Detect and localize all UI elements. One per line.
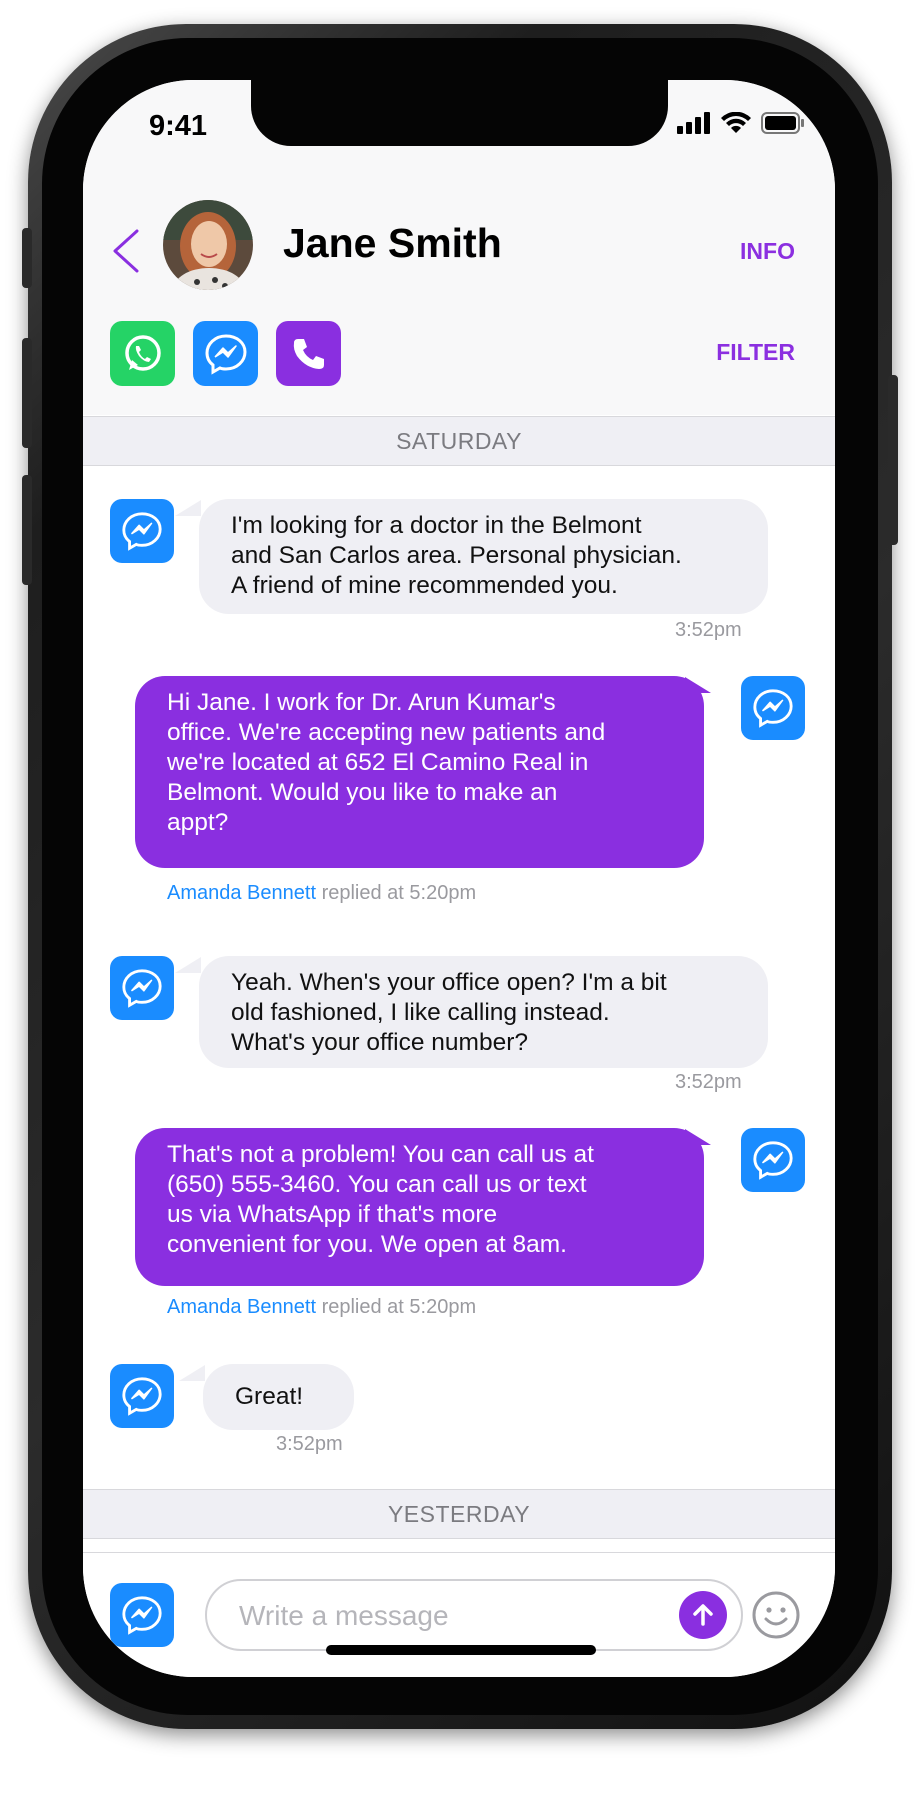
- whatsapp-channel-button[interactable]: [110, 321, 175, 386]
- message-line: Hi Jane. I work for Dr. Arun Kumar's: [167, 689, 556, 716]
- replied-time: replied at 5:20pm: [321, 1296, 477, 1318]
- bubble-tail: [175, 500, 201, 516]
- message-line: What's your office number?: [231, 1029, 529, 1056]
- message-line: old fashioned, I like calling instead.: [231, 999, 610, 1026]
- message-line: Belmont. Would you like to make an: [167, 779, 558, 806]
- outgoing-message-bubble[interactable]: Hi Jane. I work for Dr. Arun Kumar's off…: [135, 676, 704, 868]
- message-composer: [83, 1552, 835, 1677]
- mute-switch: [22, 228, 32, 288]
- status-time: 9:41: [149, 110, 208, 142]
- messenger-icon: [122, 1596, 162, 1635]
- messenger-channel-icon: [110, 956, 174, 1020]
- message-line: A friend of mine recommended you.: [231, 572, 618, 599]
- home-indicator: [326, 1645, 596, 1655]
- power-button: [888, 375, 898, 545]
- incoming-message-bubble[interactable]: Great!: [203, 1364, 354, 1430]
- agent-name[interactable]: Amanda Bennett: [167, 1296, 316, 1318]
- bubble-tail: [175, 957, 201, 973]
- volume-down-button: [22, 475, 32, 585]
- message-input-wrapper: [205, 1579, 743, 1651]
- wifi-icon: [721, 112, 751, 133]
- message-line: Great!: [235, 1383, 304, 1410]
- phone-icon: [293, 338, 324, 369]
- signal-icon: [677, 112, 710, 134]
- messenger-icon: [122, 512, 162, 551]
- message-line: Yeah. When's your office open? I'm a bit: [231, 969, 667, 996]
- day-divider: SATURDAY: [83, 416, 835, 466]
- volume-up-button: [22, 338, 32, 448]
- replied-time: replied at 5:20pm: [321, 882, 477, 904]
- avatar[interactable]: [163, 200, 253, 290]
- message-timestamp: 3:52pm: [675, 619, 742, 641]
- phone-channel-button[interactable]: [276, 321, 341, 386]
- message-line: I'm looking for a doctor in the Belmont: [231, 512, 642, 539]
- message-line: we're located at 652 El Camino Real in: [167, 749, 589, 776]
- message-line: That's not a problem! You can call us at: [167, 1141, 594, 1168]
- outgoing-message-bubble[interactable]: That's not a problem! You can call us at…: [135, 1128, 704, 1286]
- messenger-channel-button[interactable]: [193, 321, 258, 386]
- messenger-icon: [122, 1377, 162, 1416]
- info-button[interactable]: INFO: [740, 238, 795, 265]
- battery-icon: [761, 112, 804, 134]
- camera-notch: [251, 80, 668, 146]
- send-arrow-icon: [693, 1604, 713, 1626]
- message-line: us via WhatsApp if that's more: [167, 1201, 498, 1228]
- messenger-icon: [122, 969, 162, 1008]
- message-input[interactable]: [237, 1595, 661, 1637]
- contact-name: Jane Smith: [283, 220, 502, 266]
- bubble-tail: [685, 677, 711, 693]
- filter-button[interactable]: FILTER: [716, 339, 795, 366]
- channel-selector-button[interactable]: [110, 1583, 174, 1647]
- messenger-icon: [204, 333, 247, 375]
- message-line: appt?: [167, 809, 229, 836]
- message-line: (650) 555-3460. You can call us or text: [167, 1171, 587, 1198]
- agent-name[interactable]: Amanda Bennett: [167, 882, 316, 904]
- message-timestamp: 3:52pm: [276, 1433, 343, 1455]
- reply-meta: Amanda Bennett replied at 5:20pm: [167, 882, 476, 905]
- incoming-message-bubble[interactable]: I'm looking for a doctor in the Belmont …: [199, 499, 768, 614]
- day-divider: YESTERDAY: [83, 1489, 835, 1539]
- conversation-header: 9:41 Jane Smith INFO FILTER: [83, 80, 835, 415]
- bubble-tail: [179, 1365, 205, 1381]
- messenger-channel-icon: [741, 1128, 805, 1192]
- messenger-channel-icon: [110, 1364, 174, 1428]
- message-line: office. We're accepting new patients and: [167, 719, 606, 746]
- screen: 9:41 Jane Smith INFO FILTER SATURDAY I'm…: [83, 80, 835, 1677]
- reply-meta: Amanda Bennett replied at 5:20pm: [167, 1296, 476, 1319]
- send-button[interactable]: [679, 1591, 727, 1639]
- whatsapp-icon: [124, 334, 161, 371]
- emoji-icon[interactable]: [751, 1590, 801, 1640]
- message-timestamp: 3:52pm: [675, 1071, 742, 1093]
- message-line: convenient for you. We open at 8am.: [167, 1231, 567, 1258]
- status-icons: [677, 112, 805, 134]
- message-line: and San Carlos area. Personal physician.: [231, 542, 682, 569]
- messenger-channel-icon: [741, 676, 805, 740]
- back-chevron-icon[interactable]: [107, 225, 143, 277]
- incoming-message-bubble[interactable]: Yeah. When's your office open? I'm a bit…: [199, 956, 768, 1068]
- messenger-icon: [753, 689, 793, 728]
- messenger-icon: [753, 1141, 793, 1180]
- messenger-channel-icon: [110, 499, 174, 563]
- bubble-tail: [685, 1129, 711, 1145]
